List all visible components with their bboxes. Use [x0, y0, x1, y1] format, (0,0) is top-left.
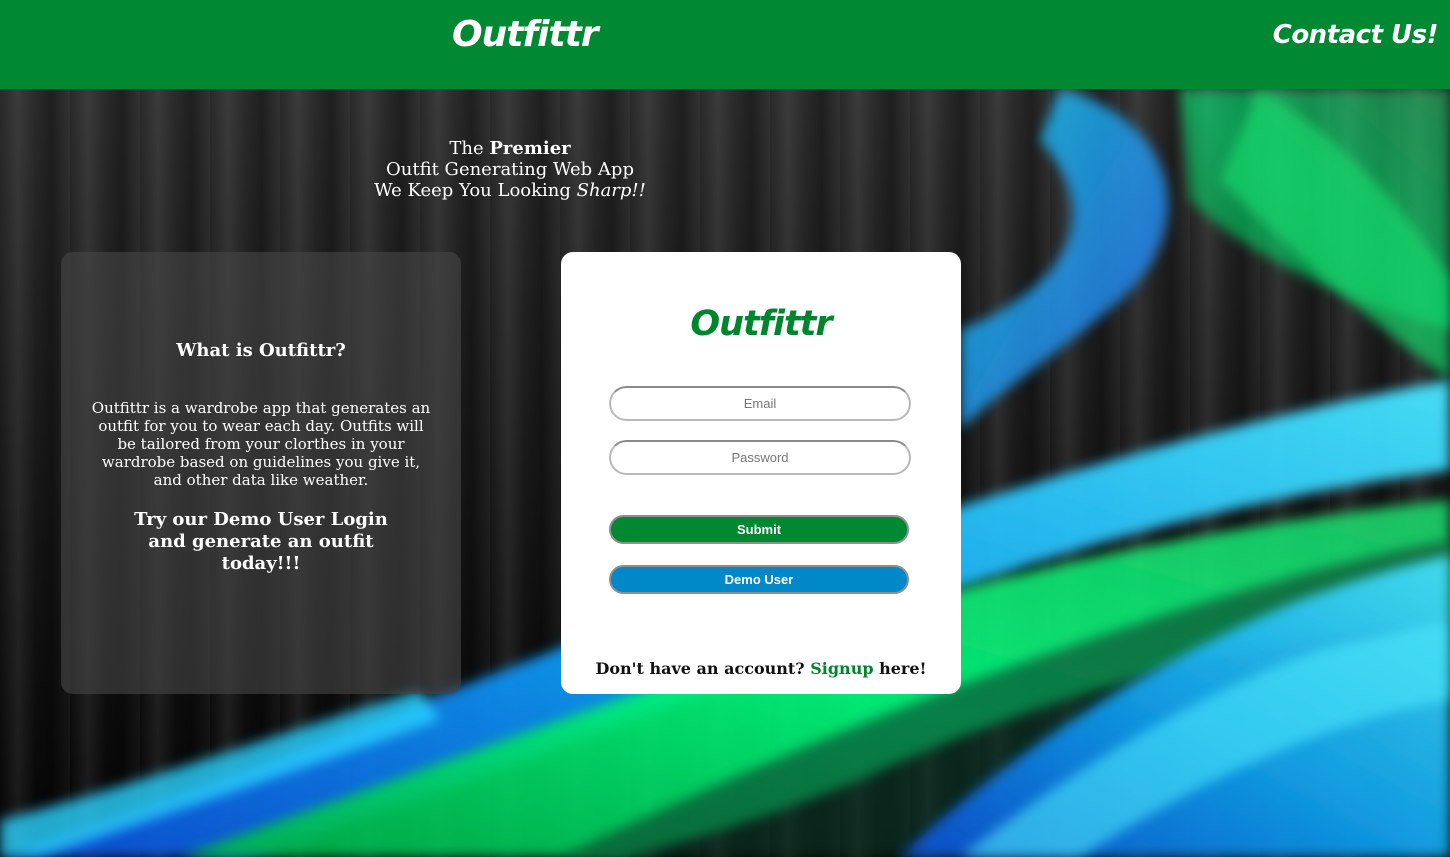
- tagline: The Premier Outfit Generating Web App We…: [360, 138, 660, 201]
- info-call-to-action: Try our Demo User Login and generate an …: [134, 509, 388, 574]
- demo-user-button[interactable]: Demo User: [609, 565, 909, 594]
- tagline-line-2: Outfit Generating Web App: [386, 159, 634, 180]
- info-panel: What is Outfittr? Outfittr is a wardrobe…: [61, 252, 461, 694]
- login-logo: Outfittr: [690, 304, 832, 344]
- submit-button[interactable]: Submit: [609, 515, 909, 544]
- signup-prompt-prefix: Don't have an account?: [595, 659, 811, 678]
- tagline-emphasis: Premier: [489, 138, 571, 159]
- info-description: Outfittr is a wardrobe app that generate…: [91, 399, 431, 489]
- login-card: Outfittr Submit Demo User Don't have an …: [561, 252, 961, 694]
- signup-link[interactable]: Signup: [810, 659, 873, 678]
- signup-prompt-suffix: here!: [873, 659, 927, 678]
- email-field[interactable]: [609, 386, 911, 421]
- brand-logo[interactable]: Outfittr: [452, 14, 599, 55]
- info-title: What is Outfittr?: [176, 340, 346, 361]
- contact-us-link[interactable]: Contact Us!: [1273, 20, 1439, 50]
- signup-prompt: Don't have an account? Signup here!: [561, 659, 961, 678]
- top-nav-bar: Outfittr Contact Us!: [0, 0, 1450, 89]
- tagline-prefix: The: [449, 138, 490, 159]
- tagline-line-3-italic: Sharp!!: [576, 180, 646, 201]
- tagline-line-1: The Premier: [360, 138, 660, 159]
- tagline-line-3: We Keep You Looking Sharp!!: [360, 180, 660, 201]
- password-field[interactable]: [609, 440, 911, 475]
- tagline-line-3-prefix: We Keep You Looking: [374, 180, 577, 201]
